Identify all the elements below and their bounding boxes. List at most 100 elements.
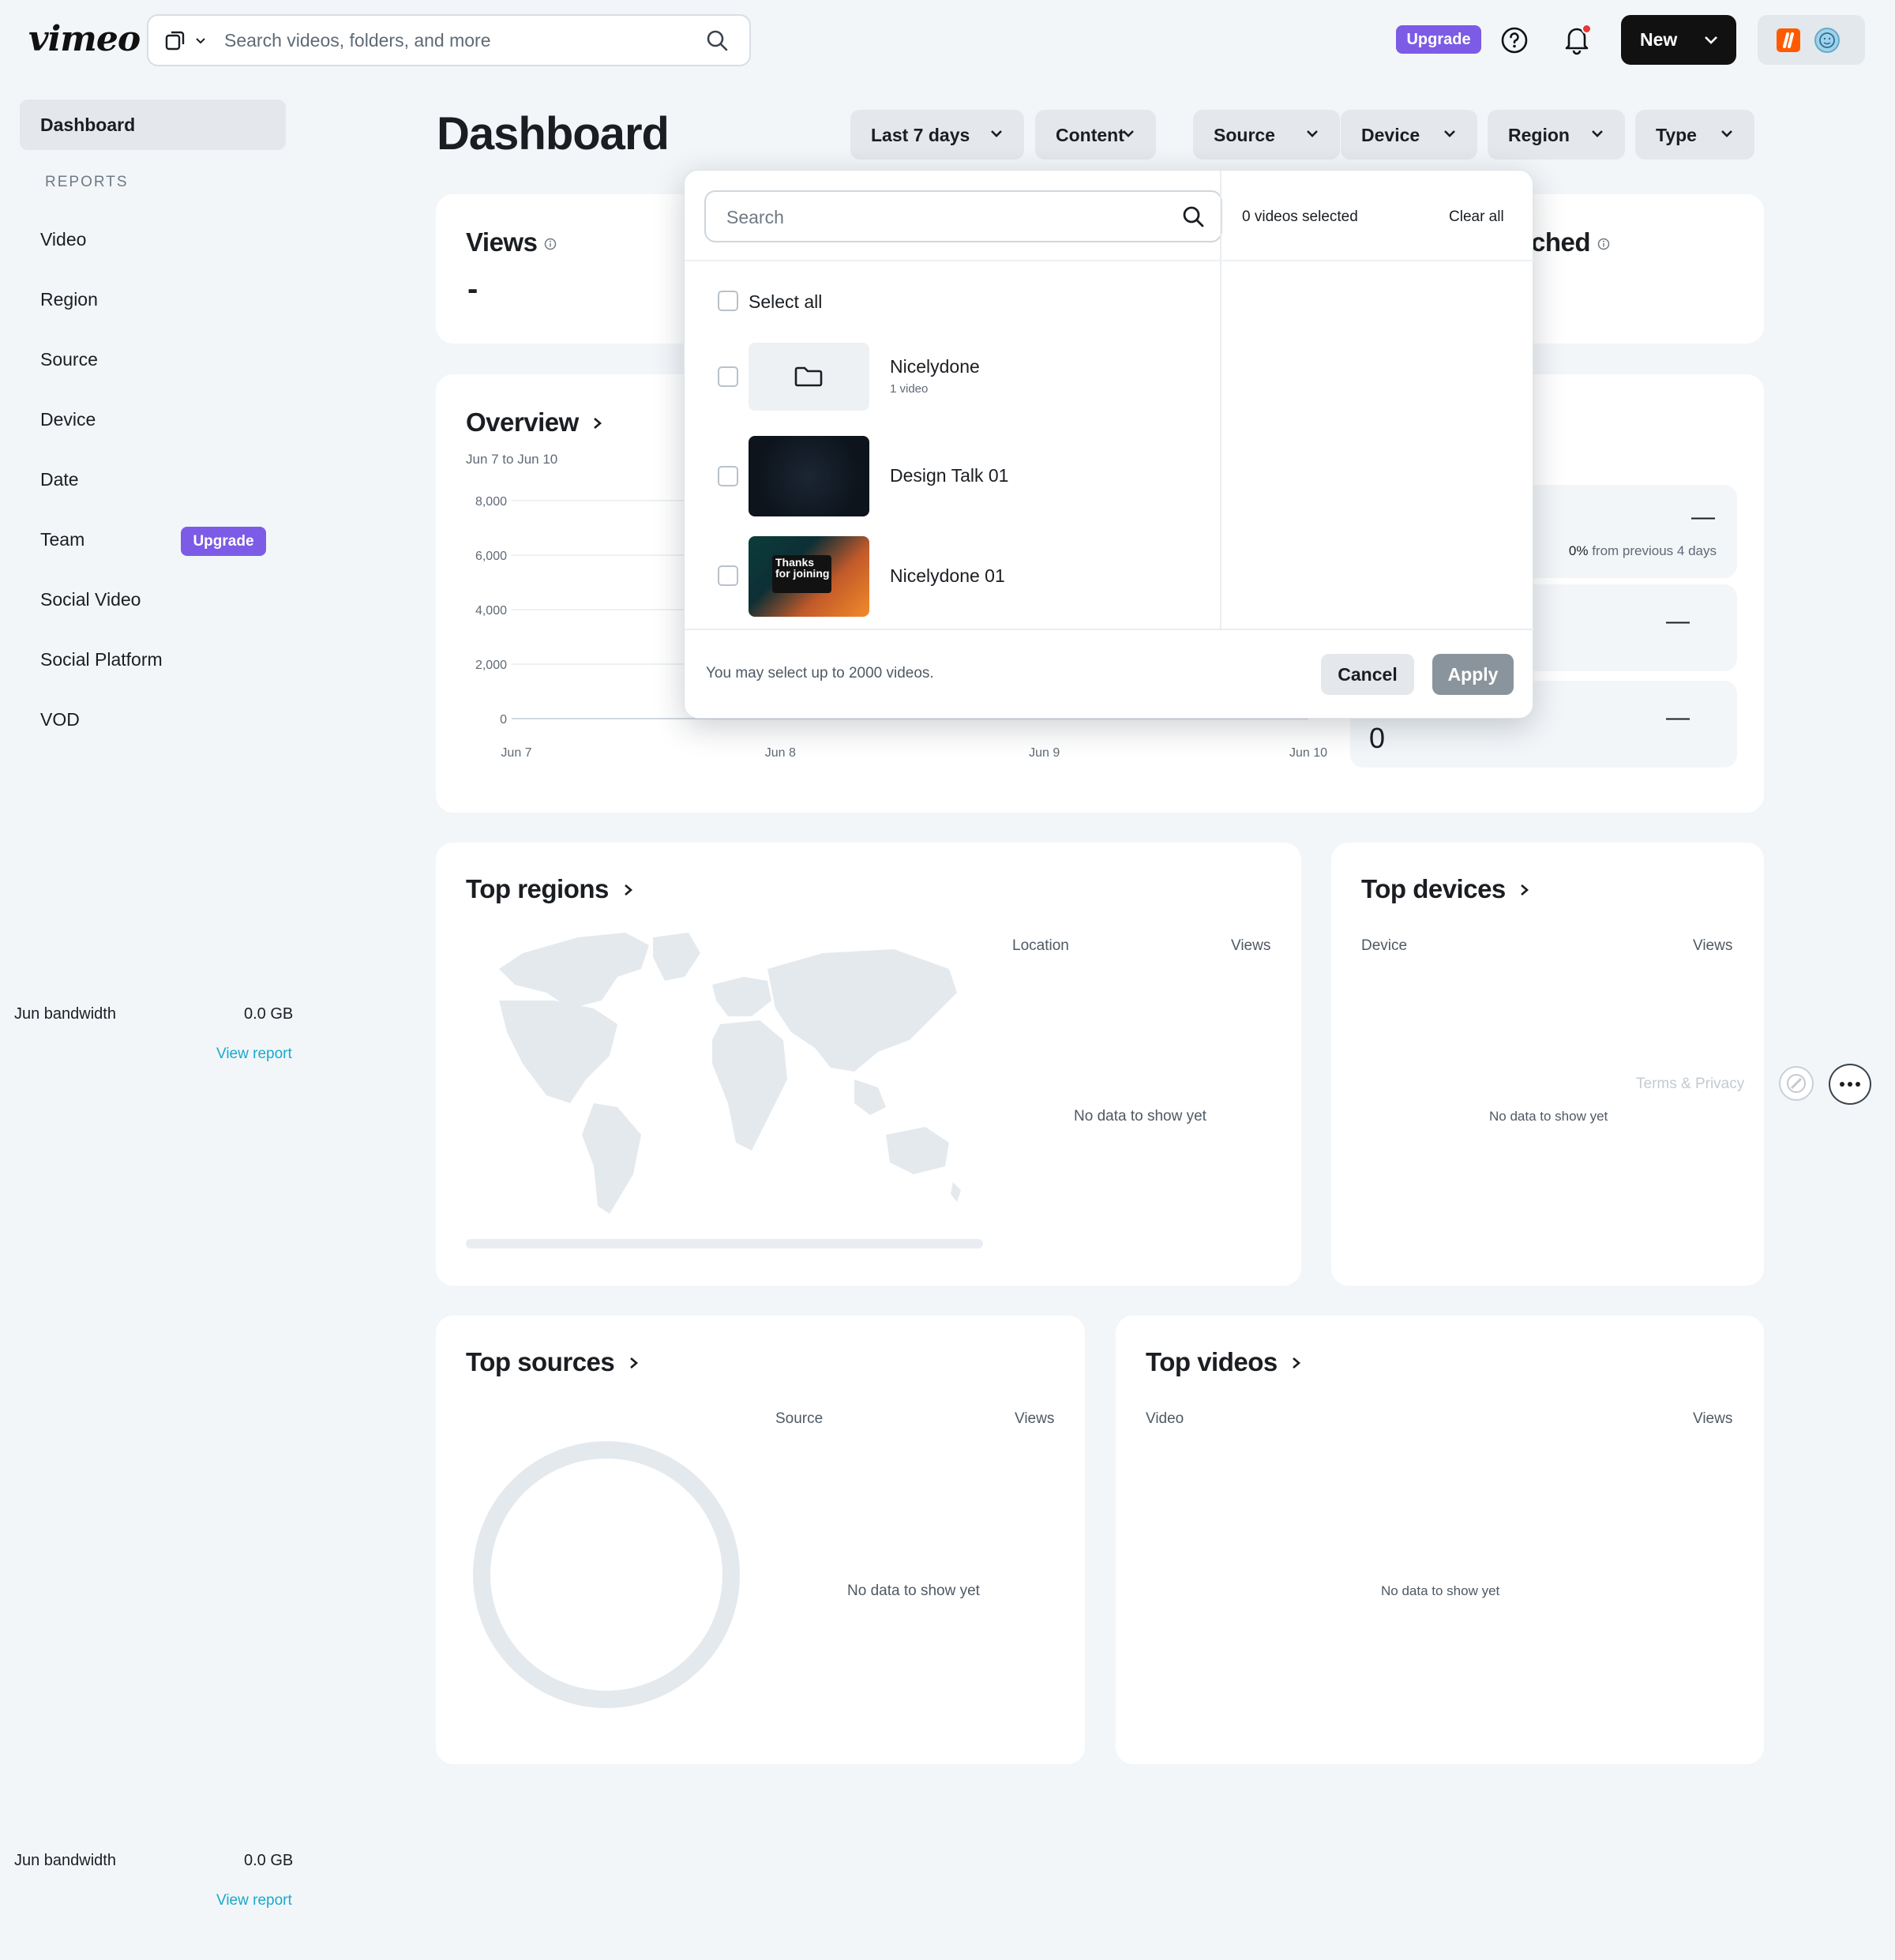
select-all-checkbox[interactable] <box>718 291 738 311</box>
views-title: Views <box>466 227 557 257</box>
new-button-label: New <box>1640 29 1678 50</box>
help-icon[interactable] <box>1500 26 1529 54</box>
sidebar-item-social-platform[interactable]: Social Platform <box>40 649 163 670</box>
new-button[interactable]: New <box>1621 15 1736 65</box>
item-checkbox[interactable] <box>718 565 738 586</box>
stat-change-text: from previous 4 days <box>1592 543 1717 558</box>
chevron-down-icon[interactable] <box>194 35 207 47</box>
top-devices-card: Top devices Device Views No data to show… <box>1331 843 1764 1286</box>
global-search[interactable]: Search videos, folders, and more <box>147 14 751 66</box>
chevron-down-icon <box>1307 130 1318 137</box>
sidebar-item-source[interactable]: Source <box>40 349 98 370</box>
view-report-link[interactable]: View report <box>216 1892 292 1909</box>
no-data-message: No data to show yet <box>1074 1108 1206 1125</box>
sidebar-item-region[interactable]: Region <box>40 289 98 310</box>
reports-section-label: REPORTS <box>45 174 129 190</box>
top-regions-card: Top regions Location Views No data to sh… <box>436 843 1301 1286</box>
y-tick-label: 8,000 <box>475 495 507 509</box>
top-devices-title[interactable]: Top devices <box>1361 874 1531 904</box>
y-tick-label: 6,000 <box>475 550 507 563</box>
chevron-right-icon <box>624 884 632 896</box>
item-subtitle: 1 video <box>890 382 929 396</box>
vimeo-logo[interactable]: vimeo <box>28 19 141 59</box>
sidebar-item-vod[interactable]: VOD <box>40 709 80 730</box>
top-regions-title[interactable]: Top regions <box>466 874 635 904</box>
upgrade-button[interactable]: Upgrade <box>1396 25 1481 54</box>
cancel-button[interactable]: Cancel <box>1321 654 1414 695</box>
filter-label: Source <box>1214 125 1275 145</box>
account-switcher[interactable] <box>1758 15 1865 65</box>
item-name[interactable]: Nicelydone 01 <box>890 565 1005 587</box>
item-name[interactable]: Nicelydone <box>890 356 980 377</box>
y-tick-label: 0 <box>500 713 507 727</box>
item-name[interactable]: Design Talk 01 <box>890 465 1008 486</box>
filter-device[interactable]: Device <box>1341 110 1477 160</box>
stat-change: 0% from previous 4 days <box>1569 543 1717 559</box>
top-sources-title[interactable]: Top sources <box>466 1347 640 1377</box>
more-horizontal-icon <box>1840 1082 1860 1087</box>
filter-region[interactable]: Region <box>1488 110 1625 160</box>
sources-donut-chart <box>473 1441 740 1708</box>
filter-label: Content <box>1056 125 1124 145</box>
video-thumbnail <box>749 436 869 516</box>
content-filter-dropdown: Search 0 videos selected Clear all Selec… <box>684 170 1534 719</box>
chevron-down-icon <box>1123 130 1134 137</box>
col-location: Location <box>1012 937 1069 954</box>
video-thumbnail: Thanks for joining <box>749 536 869 617</box>
map-scrollbar[interactable] <box>466 1239 983 1248</box>
theme-toggle-button[interactable] <box>1779 1066 1814 1101</box>
divider <box>1220 171 1221 629</box>
more-options-button[interactable] <box>1829 1064 1871 1105</box>
search-icon[interactable] <box>705 28 729 52</box>
watched-title: ched <box>1531 227 1610 257</box>
divider <box>685 260 1534 261</box>
divider <box>685 629 1534 630</box>
team-upgrade-badge[interactable]: Upgrade <box>181 527 266 556</box>
selection-limit-note: You may select up to 2000 videos. <box>706 665 934 681</box>
chevron-down-icon <box>1592 130 1603 137</box>
stat-value: 0 <box>1369 722 1386 754</box>
top-sources-card: Top sources Source Views No data to show… <box>436 1316 1085 1764</box>
team-logo-icon <box>1777 28 1800 52</box>
clear-all-button[interactable]: Clear all <box>1449 208 1504 226</box>
chevron-right-icon <box>1521 884 1529 896</box>
sidebar-item-social-video[interactable]: Social Video <box>40 589 141 610</box>
chevron-down-icon <box>991 130 1002 137</box>
filter-label: Last 7 days <box>871 125 970 145</box>
chevron-right-icon <box>630 1357 638 1369</box>
item-checkbox[interactable] <box>718 366 738 387</box>
col-views: Views <box>1231 937 1271 954</box>
no-data-message: No data to show yet <box>1381 1583 1500 1598</box>
sidebar-item-team[interactable]: Team <box>40 529 84 550</box>
dropdown-search-input[interactable]: Search <box>704 190 1222 242</box>
sidebar-item-video[interactable]: Video <box>40 229 86 250</box>
search-input[interactable]: Search videos, folders, and more <box>224 30 491 51</box>
bandwidth-label: Jun bandwidth <box>14 1852 116 1869</box>
filter-content[interactable]: Content <box>1035 110 1156 160</box>
select-all-label[interactable]: Select all <box>749 291 822 313</box>
x-tick-label: Jun 10 <box>1289 746 1327 760</box>
sidebar-item-device[interactable]: Device <box>40 409 96 430</box>
info-icon[interactable] <box>544 238 557 250</box>
library-icon[interactable] <box>164 29 186 51</box>
filter-label: Region <box>1508 125 1570 145</box>
sidebar-item-date[interactable]: Date <box>40 469 79 490</box>
page-title: Dashboard <box>437 108 670 160</box>
search-icon[interactable] <box>1181 205 1206 230</box>
item-checkbox[interactable] <box>718 466 738 486</box>
top-videos-title[interactable]: Top videos <box>1146 1347 1303 1377</box>
filter-type[interactable]: Type <box>1635 110 1754 160</box>
view-report-link[interactable]: View report <box>216 1046 292 1063</box>
sidebar-item-dashboard[interactable]: Dashboard <box>20 100 286 150</box>
filter-date-range[interactable]: Last 7 days <box>850 110 1024 160</box>
filter-label: Type <box>1656 125 1697 145</box>
stat-change-pct: 0% <box>1568 543 1589 558</box>
apply-button[interactable]: Apply <box>1432 654 1514 695</box>
info-icon[interactable] <box>1597 238 1610 250</box>
chevron-down-icon <box>1721 130 1732 137</box>
col-views: Views <box>1693 1410 1733 1427</box>
filter-source[interactable]: Source <box>1193 110 1340 160</box>
stat-dash: — <box>1691 504 1715 530</box>
bandwidth-value: 0.0 GB <box>244 1852 294 1869</box>
terms-privacy-link[interactable]: Terms & Privacy <box>1636 1076 1744 1093</box>
